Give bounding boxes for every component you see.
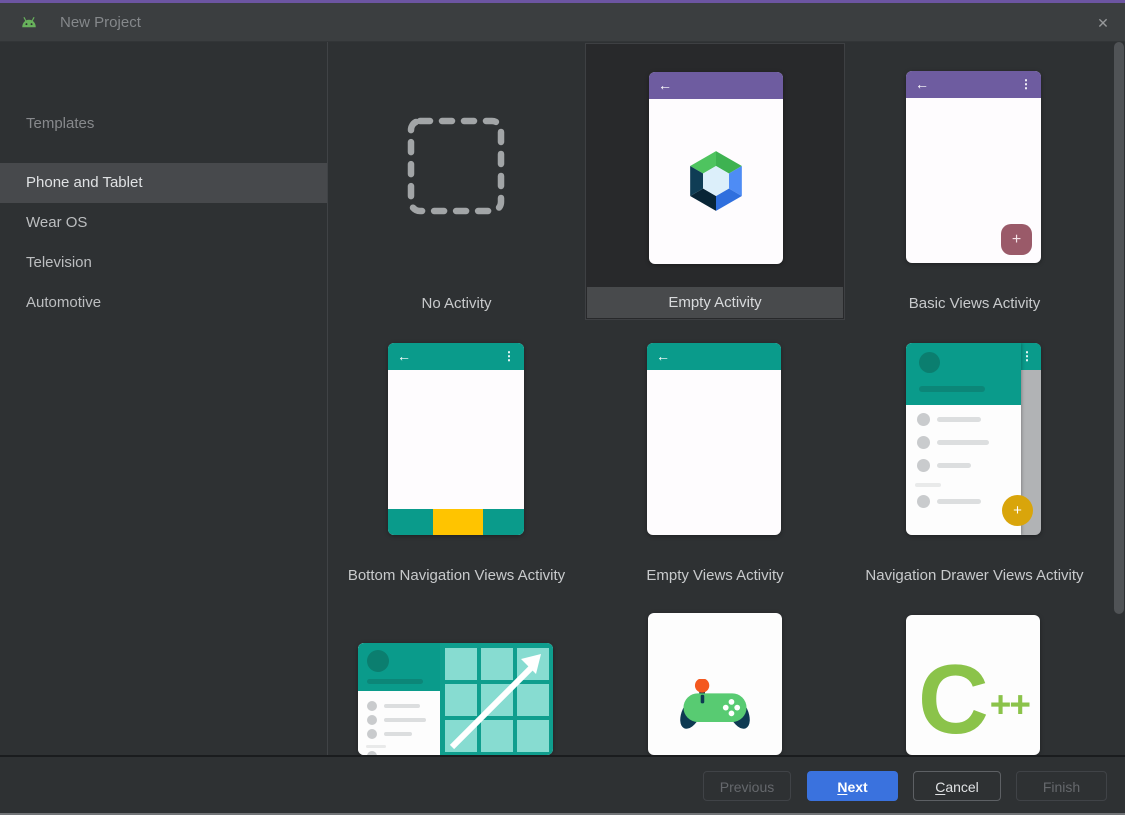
- close-icon[interactable]: ✕: [1091, 11, 1115, 35]
- back-arrow-icon: ←: [658, 77, 672, 93]
- mockup-bottom-nav: [388, 509, 524, 535]
- drawer-header-line: [367, 679, 423, 684]
- avatar: [367, 650, 389, 672]
- template-card-empty-activity[interactable]: ← Empty Activity: [585, 43, 845, 320]
- template-card-navigation-drawer-views-activity[interactable]: ⋮ + Navigation Drawer Views Activity: [845, 343, 1104, 598]
- template-label: Empty Views Activity: [646, 567, 784, 584]
- footer: Previous Next Cancel Finish: [0, 757, 1125, 813]
- template-card-no-activity[interactable]: No Activity: [328, 43, 585, 320]
- empty-activity-mockup: ←: [649, 72, 783, 264]
- scrollbar[interactable]: [1113, 42, 1125, 755]
- drawer-header: [906, 343, 1021, 405]
- dialog-title: New Project: [60, 14, 141, 31]
- list-line: [384, 704, 420, 708]
- template-label: Empty Activity: [587, 287, 843, 318]
- template-card-basic-views-activity[interactable]: ← ⋮ + Basic Views Activity: [845, 43, 1104, 320]
- template-card-bottom-navigation-views-activity[interactable]: ← ⋮ Bottom Navigation Views Activity: [328, 343, 585, 598]
- list-line: [937, 463, 971, 468]
- template-card-game-activity[interactable]: [648, 613, 782, 755]
- list-line: [384, 732, 412, 736]
- sidebar-item-label: Automotive: [26, 294, 102, 311]
- template-gallery: No Activity ← Empty Activity ← ⋮ + Basic…: [328, 42, 1113, 755]
- mockup-grid: [440, 643, 553, 755]
- sidebar-item-phone-and-tablet[interactable]: Phone and Tablet: [0, 163, 327, 203]
- previous-button[interactable]: Previous: [703, 771, 791, 801]
- navigation-drawer-mockup: ⋮ +: [906, 343, 1041, 535]
- kebab-menu-icon: ⋮: [503, 349, 515, 363]
- titlebar[interactable]: New Project ✕: [0, 3, 1125, 42]
- list-bullet: [917, 495, 930, 508]
- template-label: Bottom Navigation Views Activity: [347, 567, 566, 584]
- list-line: [937, 499, 981, 504]
- drawer-header-line: [919, 386, 985, 392]
- no-activity-dashed-icon: [407, 117, 505, 215]
- next-button[interactable]: Next: [807, 771, 898, 801]
- template-label: No Activity: [421, 295, 492, 312]
- mockup-appbar: ←: [647, 343, 781, 370]
- drawer-header: [358, 643, 440, 691]
- fab-plus-icon: +: [1002, 495, 1033, 526]
- fab-plus-icon: +: [1001, 224, 1032, 255]
- next-button-mnemonic: N: [837, 779, 848, 795]
- list-bullet: [367, 715, 377, 725]
- mockup-appbar: ←: [649, 72, 783, 99]
- kebab-menu-icon: ⋮: [1021, 349, 1033, 363]
- sidebar-item-label: Television: [26, 254, 92, 271]
- list-line: [937, 440, 989, 445]
- finish-button-label: Finish: [1042, 779, 1081, 795]
- next-button-label: ext: [847, 779, 868, 795]
- cpp-logo: C++: [906, 650, 1040, 748]
- template-label: Basic Views Activity: [908, 295, 1041, 312]
- templates-sidebar: Templates Phone and Tablet Wear OS Telev…: [0, 42, 327, 755]
- game-controller-icon: [680, 679, 750, 729]
- scrollbar-thumb[interactable]: [1114, 42, 1124, 614]
- mockup-drawer: [358, 643, 440, 755]
- list-bullet: [917, 436, 930, 449]
- empty-views-mockup: ←: [647, 343, 781, 535]
- cpp-c-glyph: C: [918, 644, 989, 754]
- back-arrow-icon: ←: [656, 348, 670, 364]
- cancel-button-label: ancel: [945, 779, 979, 795]
- mockup-appbar: ← ⋮: [388, 343, 524, 370]
- sidebar-item-label: Phone and Tablet: [26, 174, 143, 191]
- back-arrow-icon: ←: [915, 76, 929, 92]
- sidebar-item-label: Wear OS: [26, 214, 88, 231]
- sidebar-item-television[interactable]: Television: [0, 243, 327, 283]
- cancel-button-mnemonic: C: [935, 779, 946, 795]
- mockup-appbar: ← ⋮: [906, 71, 1041, 98]
- android-icon: [20, 16, 38, 36]
- finish-button[interactable]: Finish: [1016, 771, 1107, 801]
- kebab-menu-icon: ⋮: [1020, 77, 1032, 91]
- list-divider: [915, 483, 941, 487]
- avatar: [919, 352, 940, 373]
- trending-arrow-icon: [449, 654, 541, 750]
- template-card-empty-views-activity[interactable]: ← Empty Views Activity: [585, 343, 845, 598]
- basic-views-mockup: ← ⋮ +: [906, 71, 1041, 263]
- bottom-nav-highlight: [433, 509, 483, 535]
- sidebar-item-automotive[interactable]: Automotive: [0, 283, 327, 323]
- sidebar-header: Templates: [26, 115, 95, 132]
- back-arrow-icon: ←: [397, 348, 411, 364]
- template-label: Navigation Drawer Views Activity: [865, 567, 1084, 584]
- template-card-responsive-views[interactable]: [358, 643, 553, 755]
- list-line: [937, 417, 981, 422]
- list-divider: [366, 745, 386, 748]
- sidebar-item-wear-os[interactable]: Wear OS: [0, 203, 327, 243]
- template-card-native-cpp[interactable]: C++: [906, 615, 1040, 755]
- list-bullet: [367, 701, 377, 711]
- new-project-dialog: New Project ✕ Templates Phone and Tablet…: [0, 0, 1125, 815]
- cancel-button[interactable]: Cancel: [913, 771, 1001, 801]
- list-bullet: [917, 413, 930, 426]
- bottom-navigation-mockup: ← ⋮: [388, 343, 524, 535]
- list-bullet: [917, 459, 930, 472]
- list-bullet: [367, 729, 377, 739]
- jetpack-compose-icon: [690, 151, 742, 211]
- cpp-plusplus-glyph: ++: [989, 684, 1031, 725]
- list-line: [384, 718, 426, 722]
- previous-button-label: Previous: [719, 779, 775, 795]
